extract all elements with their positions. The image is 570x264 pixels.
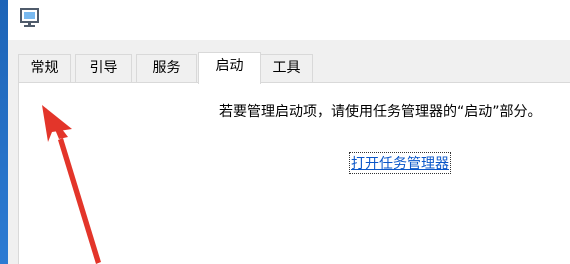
startup-panel: 若要管理启动项，请使用任务管理器的“启动”部分。 打开任务管理器 (18, 82, 570, 264)
tab-startup[interactable]: 启动 (198, 52, 261, 84)
desktop-edge (0, 0, 8, 264)
system-configuration-window: 常规 引导 服务 启动 工具 若要管理启动项，请使用任务管理器的“启动”部分。 … (0, 0, 570, 264)
tab-tools[interactable]: 工具 (260, 54, 313, 82)
tab-general[interactable]: 常规 (18, 54, 71, 82)
startup-info-text: 若要管理启动项，请使用任务管理器的“启动”部分。 (219, 104, 542, 120)
title-bar (8, 0, 570, 40)
system-configuration-icon (20, 8, 39, 27)
tab-boot[interactable]: 引导 (75, 54, 132, 82)
tab-strip: 常规 引导 服务 启动 工具 (18, 52, 558, 84)
tab-services[interactable]: 服务 (136, 54, 197, 82)
open-task-manager-link[interactable]: 打开任务管理器 (349, 152, 451, 174)
